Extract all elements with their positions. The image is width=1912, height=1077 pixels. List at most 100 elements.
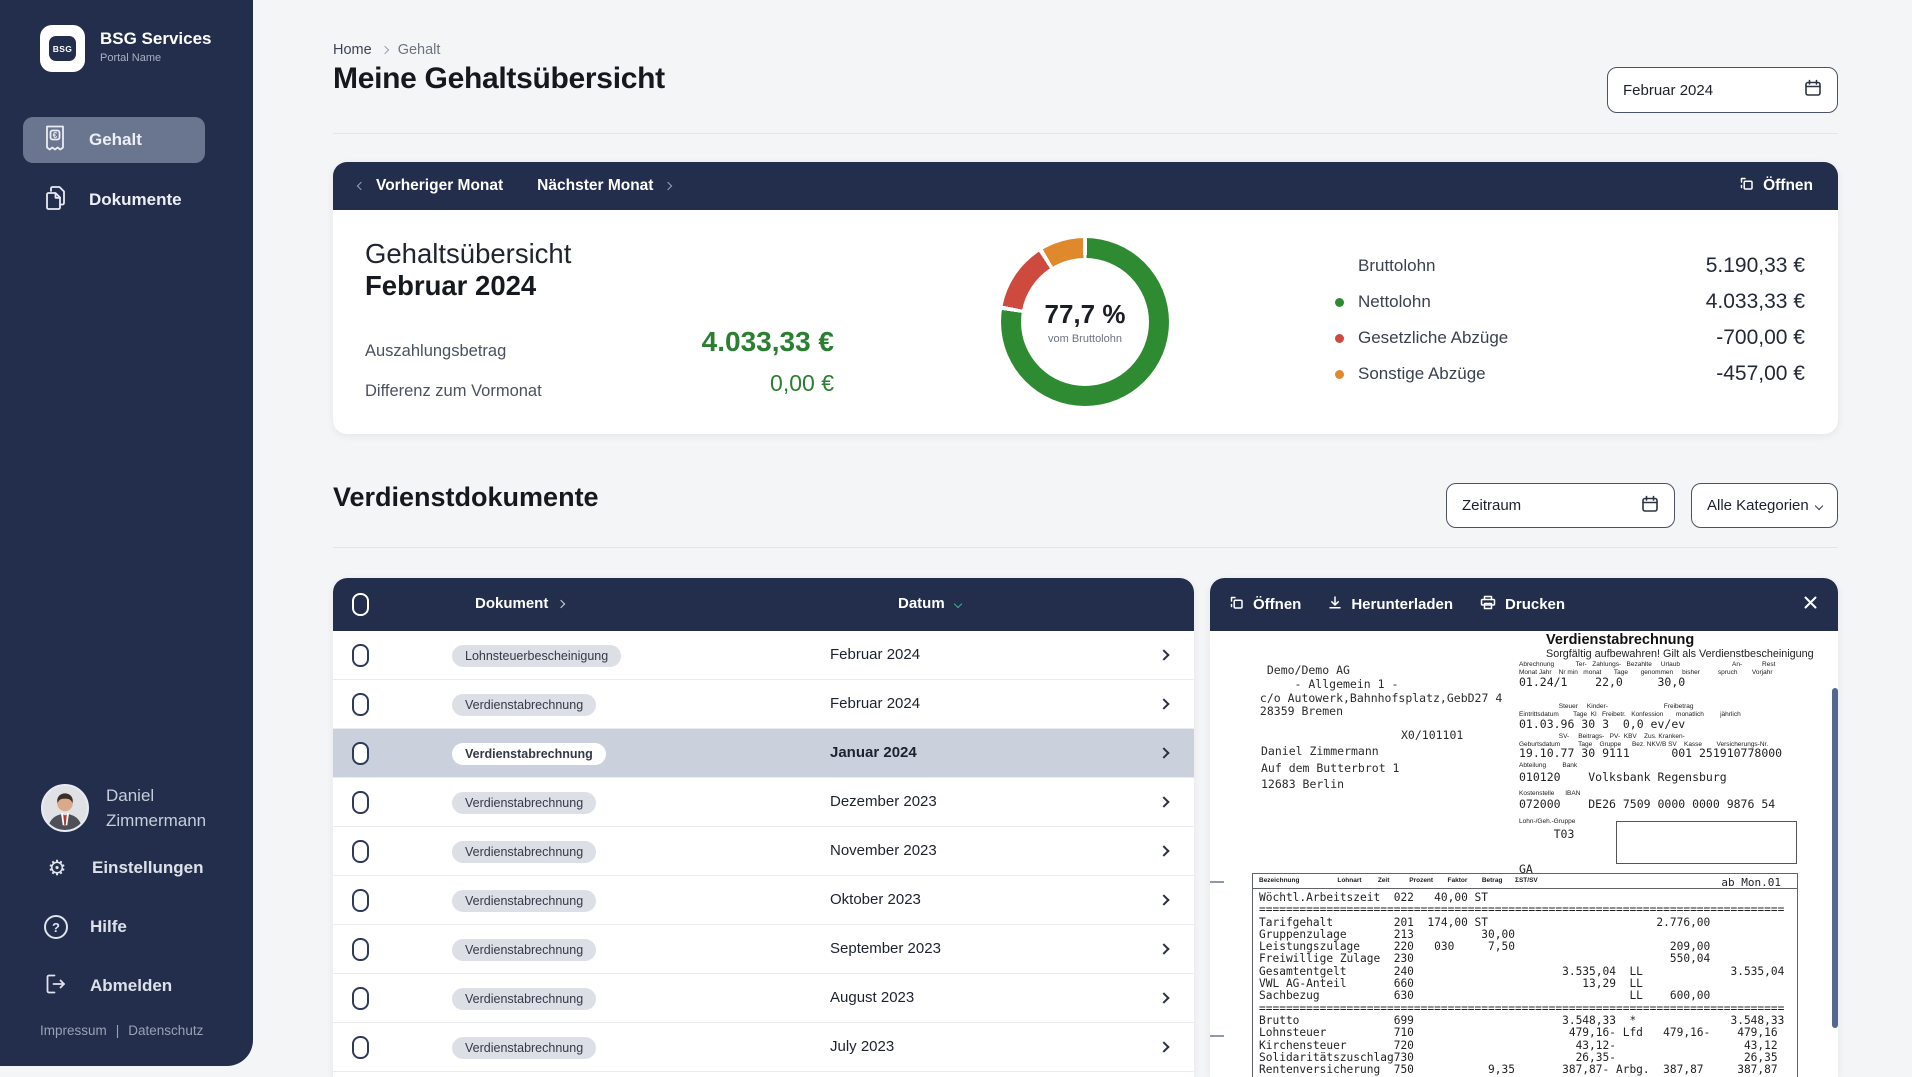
payslip-info-value: T03 [1519, 827, 1574, 841]
row-checkbox[interactable] [352, 791, 369, 814]
print-button[interactable]: Drucken [1480, 595, 1565, 614]
legend-row: Gesetzliche Abzüge -700,00 € [1335, 320, 1805, 356]
breadcrumb-current: Gehalt [398, 42, 441, 58]
row-checkbox[interactable] [352, 840, 369, 863]
chevron-right-icon[interactable] [1158, 796, 1169, 807]
document-date: Januar 2024 [830, 744, 917, 761]
row-checkbox[interactable] [352, 742, 369, 765]
preview-open-button[interactable]: Öffnen [1230, 596, 1301, 614]
category-filter-select[interactable]: Alle Kategorien [1691, 483, 1838, 528]
table-row[interactable]: Lohnsteuerbescheinigung Februar 2024 [333, 631, 1194, 680]
documents-table-header: Dokument Datum [333, 578, 1194, 631]
next-month-button[interactable]: Nächster Monat [537, 177, 671, 195]
svg-text:€: € [53, 131, 58, 140]
document-type-badge: Verdienstabrechnung [452, 694, 596, 716]
chevron-right-icon[interactable] [1158, 845, 1169, 856]
month-picker-input[interactable]: Februar 2024 [1607, 67, 1838, 113]
net-ratio-donut-chart: 77,7 % vom Bruttolohn [1001, 238, 1169, 406]
preview-scrollbar[interactable] [1832, 688, 1838, 1028]
table-row[interactable]: Verdienstabrechnung July 2023 [333, 1023, 1194, 1072]
sidebar-item-hilfe[interactable]: ? Hilfe [0, 904, 253, 950]
brand-subtitle: Portal Name [100, 52, 212, 64]
document-date: Februar 2024 [830, 695, 920, 712]
sidebar-item-einstellungen[interactable]: ⚙ Einstellungen [0, 845, 253, 891]
salary-card-header: Vorheriger Monat Nächster Monat Öffnen [333, 162, 1838, 210]
document-date: Dezember 2023 [830, 793, 937, 810]
payslip-subtitle: Sorgfältig aufbewahren! Gilt als Verdien… [1546, 648, 1814, 660]
payslip-reference: X0/101101 [1401, 728, 1463, 742]
chevron-right-icon[interactable] [1158, 747, 1169, 758]
chevron-right-icon[interactable] [1158, 649, 1169, 660]
document-type-badge: Verdienstabrechnung [452, 890, 596, 912]
payslip-title: Verdienstabrechnung [1546, 632, 1694, 648]
column-header-dokument[interactable]: Dokument [475, 595, 564, 612]
table-row[interactable]: Verdienstabrechnung Februar 2024 [333, 680, 1194, 729]
payslip-sender-address: Demo/Demo AG - Allgemein 1 - c/o Autower… [1253, 664, 1502, 719]
chevron-right-icon[interactable] [1158, 894, 1169, 905]
month-picker-value: Februar 2024 [1623, 82, 1713, 99]
row-checkbox[interactable] [352, 693, 369, 716]
table-row[interactable]: Verdienstabrechnung September 2023 [333, 925, 1194, 974]
select-all-checkbox[interactable] [352, 593, 369, 616]
row-checkbox[interactable] [352, 644, 369, 667]
bsg-logo: BSG [40, 25, 85, 72]
earnings-columns: Bezeichnung Lohnart Zeit Prozent Faktor … [1259, 877, 1538, 884]
earnings-period: ab Mon.01 [1721, 876, 1781, 889]
previous-month-button[interactable]: Vorheriger Monat [358, 177, 503, 195]
payslip-info-value: 010120 Volksbank Regensburg [1519, 770, 1727, 784]
period-filter-input[interactable]: Zeitraum [1446, 483, 1675, 528]
chevron-right-icon[interactable] [1158, 1041, 1169, 1052]
document-filters: Zeitraum Alle Kategorien [1446, 483, 1838, 528]
open-salary-button[interactable]: Öffnen [1740, 177, 1813, 196]
legend-label: Gesetzliche Abzüge [1358, 328, 1508, 348]
datenschutz-link[interactable]: Datenschutz [128, 1023, 203, 1038]
table-row[interactable]: Verdienstabrechnung November 2023 [333, 827, 1194, 876]
document-type-badge: Lohnsteuerbescheinigung [452, 645, 621, 667]
documents-table-body: Lohnsteuerbescheinigung Februar 2024 Ver… [333, 631, 1194, 1072]
documents-table: Dokument Datum Lohnsteuerbescheinigung F… [333, 578, 1194, 1077]
close-preview-button[interactable] [1803, 595, 1818, 615]
legend-dot [1335, 298, 1344, 307]
table-row[interactable]: Verdienstabrechnung Januar 2024 [333, 729, 1194, 778]
legend-value: 4.033,33 € [1706, 290, 1805, 314]
sidebar-item-label: Gehalt [89, 130, 142, 150]
printer-icon [1480, 595, 1496, 614]
row-checkbox[interactable] [352, 1036, 369, 1059]
legend-dot [1335, 370, 1344, 379]
breadcrumb-home[interactable]: Home [333, 42, 372, 58]
payout-value: 4.033,33 € [365, 326, 834, 358]
table-row[interactable]: Verdienstabrechnung Oktober 2023 [333, 876, 1194, 925]
download-button[interactable]: Herunterladen [1328, 595, 1453, 614]
help-icon: ? [44, 915, 68, 939]
payslip-info-value: 01.03.96 30 3 0,0 ev/ev [1519, 717, 1685, 731]
payslip-info-value: 01.24/1 22,0 30,0 [1519, 675, 1685, 689]
sidebar-item-label: Dokumente [89, 190, 182, 210]
table-row[interactable]: Verdienstabrechnung August 2023 [333, 974, 1194, 1023]
row-checkbox[interactable] [352, 987, 369, 1010]
impressum-link[interactable]: Impressum [40, 1023, 107, 1038]
payslip-info-value: 072000 DE26 7509 0000 0000 9876 54 [1519, 797, 1775, 811]
breadcrumb-chevron-icon [380, 46, 388, 54]
gear-icon: ⚙ [44, 856, 70, 880]
chevron-right-icon[interactable] [1158, 943, 1169, 954]
document-type-badge: Verdienstabrechnung [452, 792, 596, 814]
sidebar-nav: € Gehalt Dokumente [0, 117, 253, 223]
sidebar-item-dokumente[interactable]: Dokumente [23, 177, 205, 223]
fold-mark [1210, 881, 1224, 883]
sidebar-item-abmelden[interactable]: Abmelden [0, 963, 253, 1009]
payslip-recipient-address: Daniel Zimmermann Auf dem Butterbrot 1 1… [1261, 743, 1399, 793]
row-checkbox[interactable] [352, 938, 369, 961]
sidebar-item-gehalt[interactable]: € Gehalt [23, 117, 205, 163]
user-profile[interactable]: Daniel Zimmermann [0, 783, 253, 833]
chevron-right-icon[interactable] [1158, 698, 1169, 709]
legend-value: 5.190,33 € [1706, 254, 1805, 278]
column-header-datum[interactable]: Datum [898, 595, 961, 612]
payslip-info-labels: Abrechnung Ter- Zahlungs- Bezahlte Urlau… [1519, 661, 1775, 676]
chevron-right-icon[interactable] [1158, 992, 1169, 1003]
brand-name: BSG Services [100, 29, 212, 49]
row-checkbox[interactable] [352, 889, 369, 912]
document-type-badge: Verdienstabrechnung [452, 1037, 596, 1059]
legend-row: Sonstige Abzüge -457,00 € [1335, 356, 1805, 392]
sort-down-chevron-icon [953, 599, 961, 607]
table-row[interactable]: Verdienstabrechnung Dezember 2023 [333, 778, 1194, 827]
